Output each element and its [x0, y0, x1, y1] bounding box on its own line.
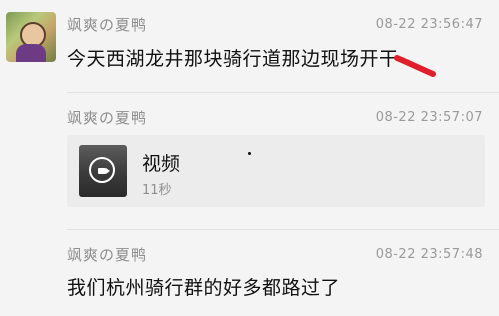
message-time: 08-22 23:57:48 — [375, 247, 483, 262]
sender-name: 飒爽の夏鸭 — [67, 109, 148, 127]
message-text: 今天西湖龙井那块骑行道那边现场开干 — [67, 48, 399, 70]
red-annotation-mark — [394, 55, 436, 77]
message-time: 08-22 23:56:47 — [375, 17, 483, 32]
video-thumbnail[interactable] — [79, 145, 127, 197]
divider — [67, 229, 499, 230]
sender-name: 飒爽の夏鸭 — [67, 16, 148, 34]
message-text: 我们杭州骑行群的好多都路过了 — [67, 277, 341, 299]
video-message-card[interactable]: 视频 11秒 — [67, 135, 485, 207]
sender-name: 飒爽の夏鸭 — [67, 246, 148, 264]
video-duration: 11秒 — [142, 183, 172, 198]
message-1: 飒爽の夏鸭 08-22 23:56:47 今天西湖龙井那块骑行道那边现场开干 — [0, 0, 499, 95]
message-3: 飒爽の夏鸭 08-22 23:57:48 我们杭州骑行群的好多都路过了 — [0, 232, 499, 316]
message-time: 08-22 23:57:07 — [375, 110, 483, 125]
video-camera-icon — [89, 157, 115, 183]
avatar[interactable] — [6, 12, 56, 62]
stray-dot — [248, 152, 251, 155]
avatar-body — [16, 44, 46, 62]
divider — [67, 92, 499, 93]
video-label: 视频 — [142, 153, 181, 175]
